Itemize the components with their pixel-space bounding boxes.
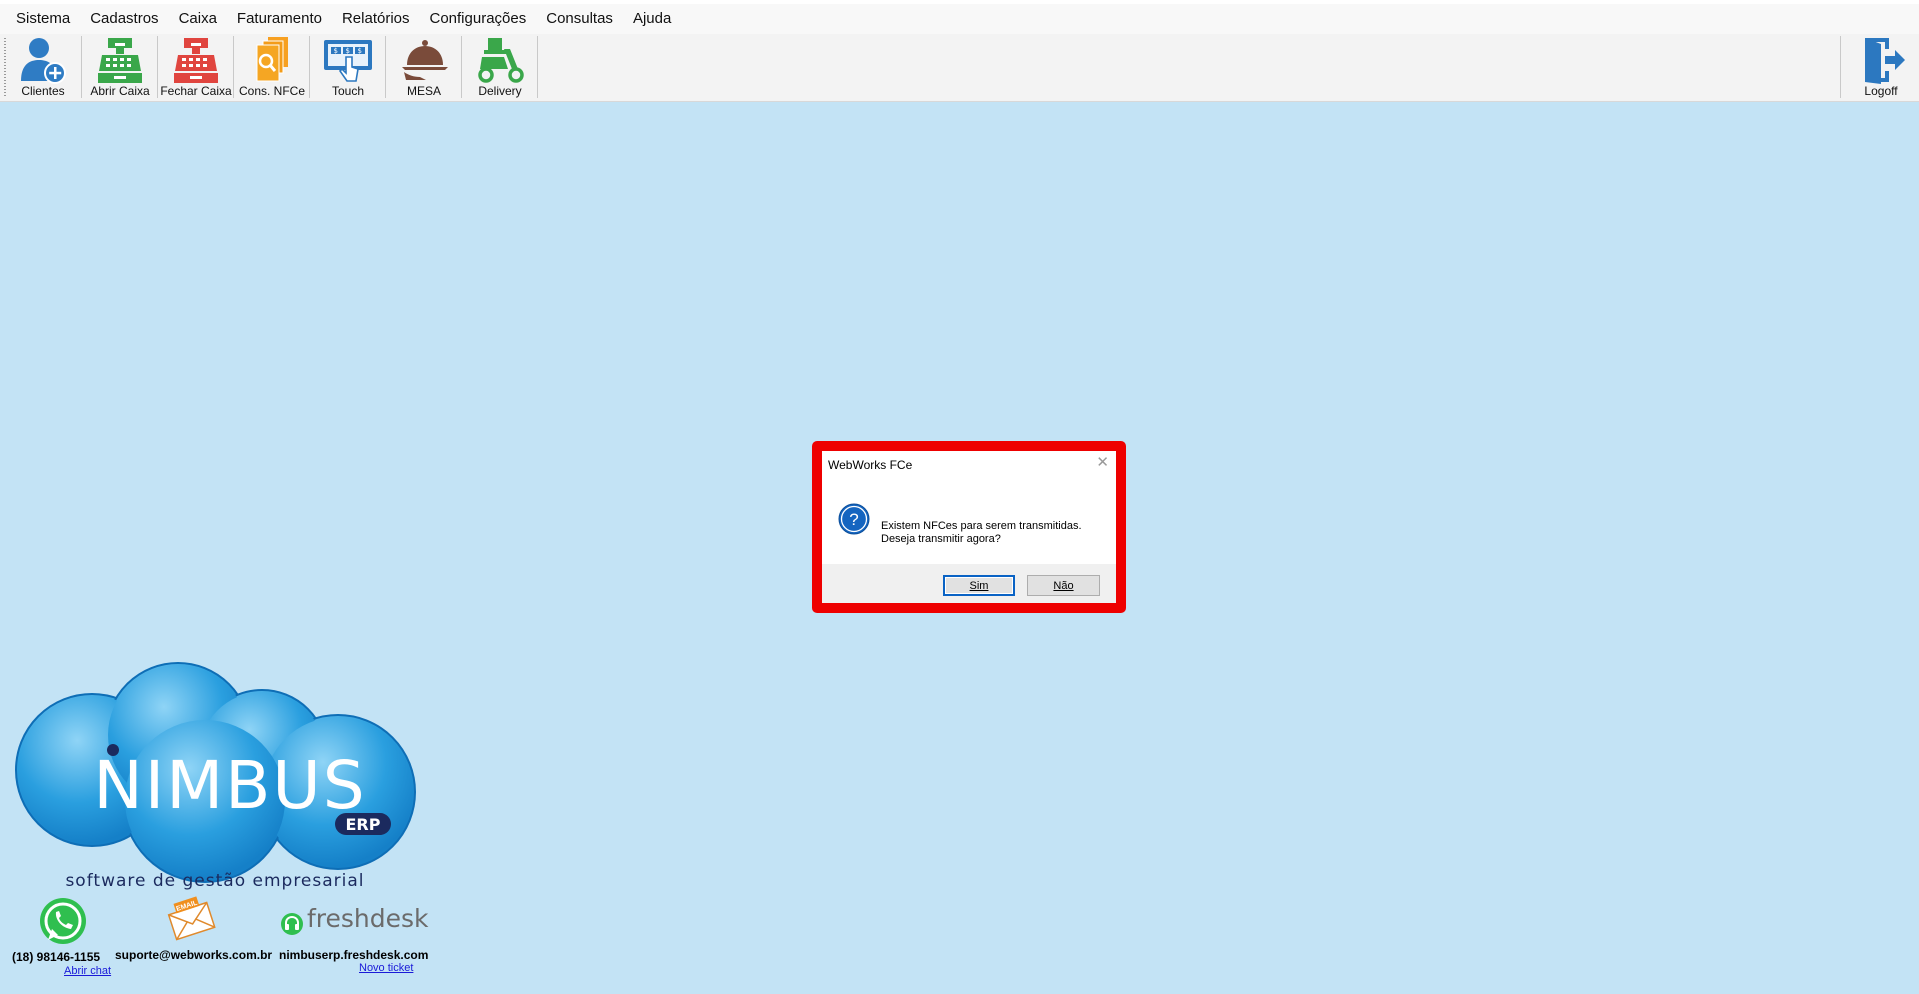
abrir-caixa-label: Abrir Caixa <box>90 84 150 98</box>
serving-cloche-icon <box>402 40 448 80</box>
tagline: software de gestão empresarial <box>65 871 364 891</box>
logo-sub: ERP <box>346 815 381 834</box>
menu-cadastros[interactable]: Cadastros <box>80 5 168 33</box>
touch-button[interactable]: $ $ $ Touch <box>310 34 386 100</box>
phone-number: (18) 98146-1155 <box>12 950 101 964</box>
menu-bar: Sistema Cadastros Caixa Faturamento Rela… <box>0 0 1919 34</box>
nao-button[interactable]: Não <box>1027 575 1100 596</box>
add-client-icon <box>21 38 66 84</box>
menu-relatorios[interactable]: Relatórios <box>332 5 420 33</box>
nimbus-logo: NIMBUS ERP software de gestão empresaria… <box>15 662 416 891</box>
svg-text:$: $ <box>358 47 362 55</box>
close-icon[interactable]: ✕ <box>1096 453 1109 471</box>
dialog-highlight: WebWorks FCe ✕ ? Existem NFCes para sere… <box>812 441 1126 613</box>
toolbar-separator <box>1840 36 1841 98</box>
clientes-label: Clientes <box>21 84 65 98</box>
whatsapp-icon <box>40 898 86 944</box>
mesa-label: MESA <box>406 84 441 98</box>
delivery-button[interactable]: Delivery <box>462 34 538 100</box>
logoff-button[interactable]: Logoff <box>1843 34 1919 100</box>
dialog-message-line2: Deseja transmitir agora? <box>881 533 1001 545</box>
delivery-scooter-icon <box>478 38 524 83</box>
dialog-message-line1: Existem NFCes para serem transmitidas. <box>881 520 1082 532</box>
svg-text:$: $ <box>334 47 338 55</box>
menu-ajuda[interactable]: Ajuda <box>623 5 681 33</box>
menu-configuracoes[interactable]: Configurações <box>420 5 537 33</box>
toolbar: Clientes Abrir Caixa Fechar Caixa Cons. … <box>0 34 1919 102</box>
cons-nfce-button[interactable]: Cons. NFCe <box>234 34 310 100</box>
support-email: suporte@webworks.com.br <box>115 948 273 962</box>
dialog-title: WebWorks FCe <box>828 458 913 472</box>
question-icon: ? <box>838 503 870 535</box>
menu-caixa[interactable]: Caixa <box>169 5 227 33</box>
open-register-icon <box>98 38 142 83</box>
logoff-label: Logoff <box>1864 84 1898 98</box>
fechar-caixa-label: Fechar Caixa <box>160 84 232 98</box>
toolbar-separator <box>537 36 538 98</box>
menu-sistema[interactable]: Sistema <box>6 5 80 33</box>
brand-area: NIMBUS ERP software de gestão empresaria… <box>0 660 440 994</box>
delivery-label: Delivery <box>478 84 522 98</box>
email-icon: EMAIL <box>167 896 216 941</box>
touch-label: Touch <box>331 84 365 98</box>
clientes-button[interactable]: Clientes <box>5 34 81 100</box>
cons-nfce-label: Cons. NFCe <box>238 84 306 98</box>
freshdesk-url: nimbuserp.freshdesk.com <box>279 948 429 962</box>
sim-button[interactable]: Sim <box>943 575 1015 596</box>
fechar-caixa-button[interactable]: Fechar Caixa <box>158 34 234 100</box>
novo-ticket-link[interactable]: Novo ticket <box>359 962 413 974</box>
confirm-dialog: WebWorks FCe ✕ ? Existem NFCes para sere… <box>822 451 1116 603</box>
menu-consultas[interactable]: Consultas <box>536 5 623 33</box>
logo-text: NIMBUS <box>93 747 366 824</box>
abrir-caixa-button[interactable]: Abrir Caixa <box>82 34 158 100</box>
logoff-door-icon <box>1865 38 1905 84</box>
menu-faturamento[interactable]: Faturamento <box>227 5 332 33</box>
abrir-chat-link[interactable]: Abrir chat <box>64 965 111 977</box>
close-register-icon <box>174 38 218 83</box>
svg-text:$: $ <box>346 47 350 55</box>
dialog-message: Existem NFCes para serem transmitidas. D… <box>881 520 1082 546</box>
nfce-search-icon <box>256 37 288 82</box>
dialog-footer: Sim Não <box>822 564 1116 603</box>
freshdesk-label: freshdesk <box>307 904 429 933</box>
svg-text:?: ? <box>849 510 858 529</box>
freshdesk-icon <box>281 913 303 935</box>
touch-screen-icon: $ $ $ <box>324 40 372 82</box>
mesa-button[interactable]: MESA <box>386 34 462 100</box>
